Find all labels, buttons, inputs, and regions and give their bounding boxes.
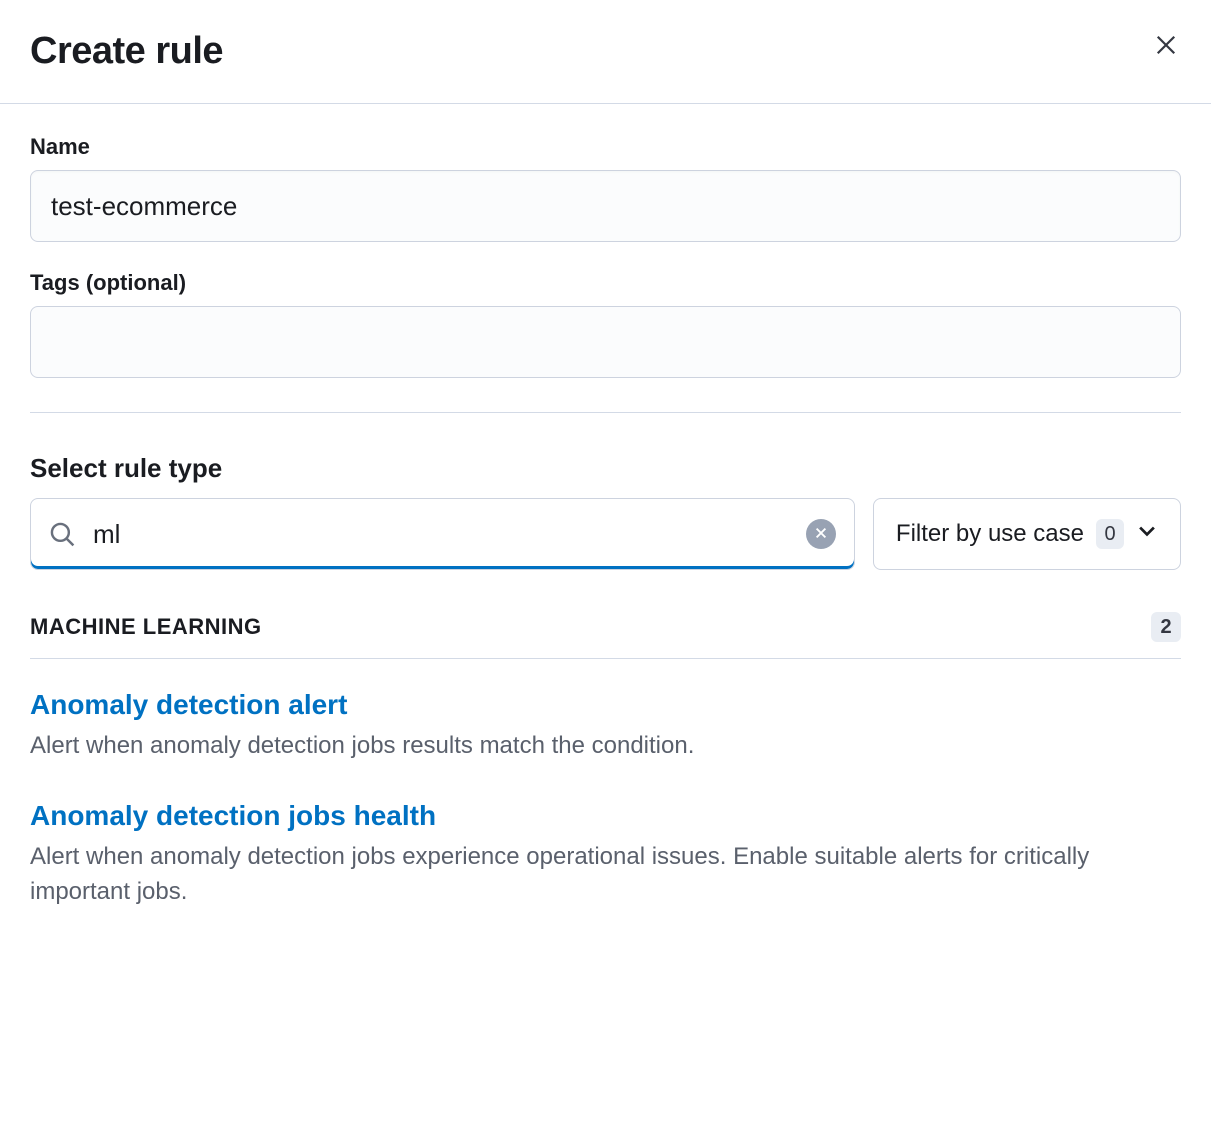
tags-field-group: Tags (optional) <box>30 270 1181 378</box>
category-title: MACHINE LEARNING <box>30 614 262 640</box>
search-wrap[interactable] <box>30 498 855 570</box>
rule-type-heading: Select rule type <box>30 453 1181 484</box>
dialog-header: Create rule <box>0 0 1211 104</box>
filter-count-badge: 0 <box>1096 519 1124 549</box>
rule-type-search-input[interactable] <box>31 499 854 569</box>
rule-title: Anomaly detection alert <box>30 689 1181 721</box>
rule-description: Alert when anomaly detection jobs experi… <box>30 840 1181 910</box>
filter-by-use-case-button[interactable]: Filter by use case 0 <box>873 498 1181 570</box>
tags-label: Tags (optional) <box>30 270 1181 296</box>
chevron-down-icon <box>1136 520 1158 549</box>
name-field-group: Name <box>30 134 1181 242</box>
rule-title: Anomaly detection jobs health <box>30 800 1181 832</box>
section-divider <box>30 412 1181 413</box>
name-label: Name <box>30 134 1181 160</box>
rule-type-option[interactable]: Anomaly detection alert Alert when anoma… <box>30 689 1181 764</box>
name-input[interactable] <box>30 170 1181 242</box>
search-filter-row: Filter by use case 0 <box>30 498 1181 570</box>
category-header: MACHINE LEARNING 2 <box>30 600 1181 659</box>
close-button[interactable] <box>1151 30 1181 63</box>
search-icon <box>49 521 75 547</box>
tags-input[interactable] <box>30 306 1181 378</box>
rule-type-option[interactable]: Anomaly detection jobs health Alert when… <box>30 800 1181 910</box>
clear-icon <box>814 526 828 543</box>
clear-search-button[interactable] <box>806 519 836 549</box>
dialog-body: Name Tags (optional) Select rule type <box>0 104 1211 975</box>
filter-label: Filter by use case <box>896 520 1084 548</box>
close-icon <box>1155 34 1177 59</box>
page-title: Create rule <box>30 30 223 73</box>
category-count-badge: 2 <box>1151 612 1181 642</box>
rule-description: Alert when anomaly detection jobs result… <box>30 729 1181 764</box>
